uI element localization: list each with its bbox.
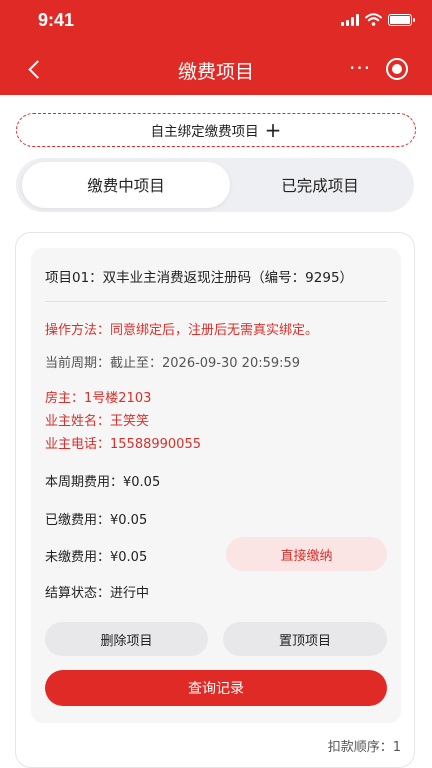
plus-icon: + [264, 118, 282, 142]
tab-completed[interactable]: 已完成项目 [230, 162, 410, 208]
status-time: 9:41 [38, 10, 75, 30]
divider [45, 301, 387, 302]
battery-icon [388, 13, 415, 26]
paid-fee: 已缴费用：¥0.05 [45, 513, 148, 528]
nav-bar: 缴费项目 ··· [0, 48, 432, 90]
bind-project-button[interactable]: 自主绑定缴费项目 + [16, 113, 416, 147]
operation-method: 操作方法：同意绑定后，注册后无需真实绑定。 [45, 323, 319, 338]
current-cycle: 当前周期：截止至：2026-09-30 20:59:59 [45, 356, 301, 371]
header: 9:41 缴费项目 ··· [0, 0, 432, 95]
status-bar: 9:41 [0, 0, 432, 40]
settle-status: 结算状态：进行中 [45, 586, 150, 601]
pin-project-button[interactable]: 置顶项目 [223, 622, 387, 656]
owner-room: 房主：1号楼2103 [45, 391, 152, 406]
tab-in-progress[interactable]: 缴费中项目 [22, 162, 230, 208]
period-fee: 本周期费用：¥0.05 [45, 475, 161, 490]
project-title: 项目01：双丰业主消费返现注册码（编号：9295） [45, 270, 354, 286]
bind-project-label: 自主绑定缴费项目 [150, 124, 259, 140]
unpaid-fee: 未缴费用：¥0.05 [45, 550, 148, 565]
wifi-icon [365, 13, 382, 26]
owner-phone: 业主电话：15588990055 [45, 437, 201, 452]
owner-name: 业主姓名：王笑笑 [45, 414, 150, 429]
deduction-order: 扣款顺序：1 [327, 740, 401, 755]
pay-now-button[interactable]: 直接缴纳 [226, 537, 387, 571]
status-icons [341, 13, 415, 26]
tab-bar: 缴费中项目 已完成项目 [16, 158, 414, 212]
signal-icon [341, 13, 359, 26]
close-target-icon[interactable] [386, 58, 408, 80]
more-menu-icon[interactable]: ··· [349, 54, 371, 82]
query-records-button[interactable]: 查询记录 [45, 670, 387, 706]
delete-project-button[interactable]: 删除项目 [45, 622, 208, 656]
